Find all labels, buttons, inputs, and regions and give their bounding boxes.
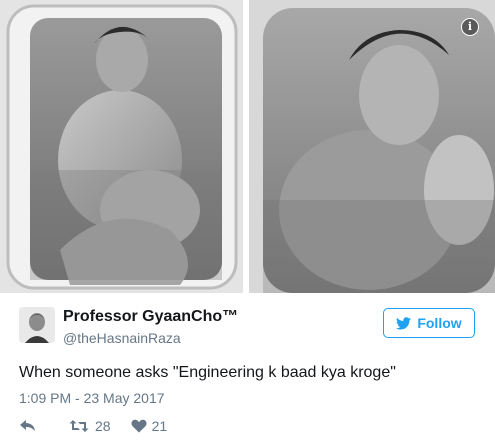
- follow-button-label: Follow: [417, 315, 462, 331]
- avatar[interactable]: [19, 307, 55, 343]
- info-icon[interactable]: i: [461, 18, 479, 36]
- retweet-icon: [69, 420, 89, 432]
- reply-button[interactable]: [19, 419, 37, 433]
- tweet-card: Professor GyaanCho™ @theHasnainRaza Foll…: [0, 293, 495, 448]
- retweet-count: 28: [95, 418, 111, 434]
- user-handle[interactable]: @theHasnainRaza: [63, 330, 181, 346]
- heart-icon: [130, 419, 147, 433]
- reply-icon: [20, 420, 35, 431]
- like-button[interactable]: 21: [130, 418, 168, 434]
- like-count: 21: [151, 418, 168, 434]
- twitter-bird-icon: [396, 316, 412, 329]
- tweet-text: When someone asks "Engineering k baad ky…: [19, 364, 396, 381]
- bathtub-closeup-image: [249, 0, 495, 293]
- tweet-actions: 28 21: [19, 416, 167, 436]
- retweet-button[interactable]: 28: [69, 418, 111, 434]
- bathtub-photo-image: [0, 0, 243, 293]
- media-photo-right[interactable]: i: [249, 0, 495, 293]
- media-grid: i: [0, 0, 495, 293]
- follow-button[interactable]: Follow: [383, 308, 475, 338]
- media-photo-left[interactable]: [0, 0, 243, 293]
- display-name[interactable]: Professor GyaanCho™: [63, 308, 238, 326]
- tweet-timestamp[interactable]: 1:09 PM - 23 May 2017: [19, 390, 165, 406]
- avatar-image: [19, 307, 55, 343]
